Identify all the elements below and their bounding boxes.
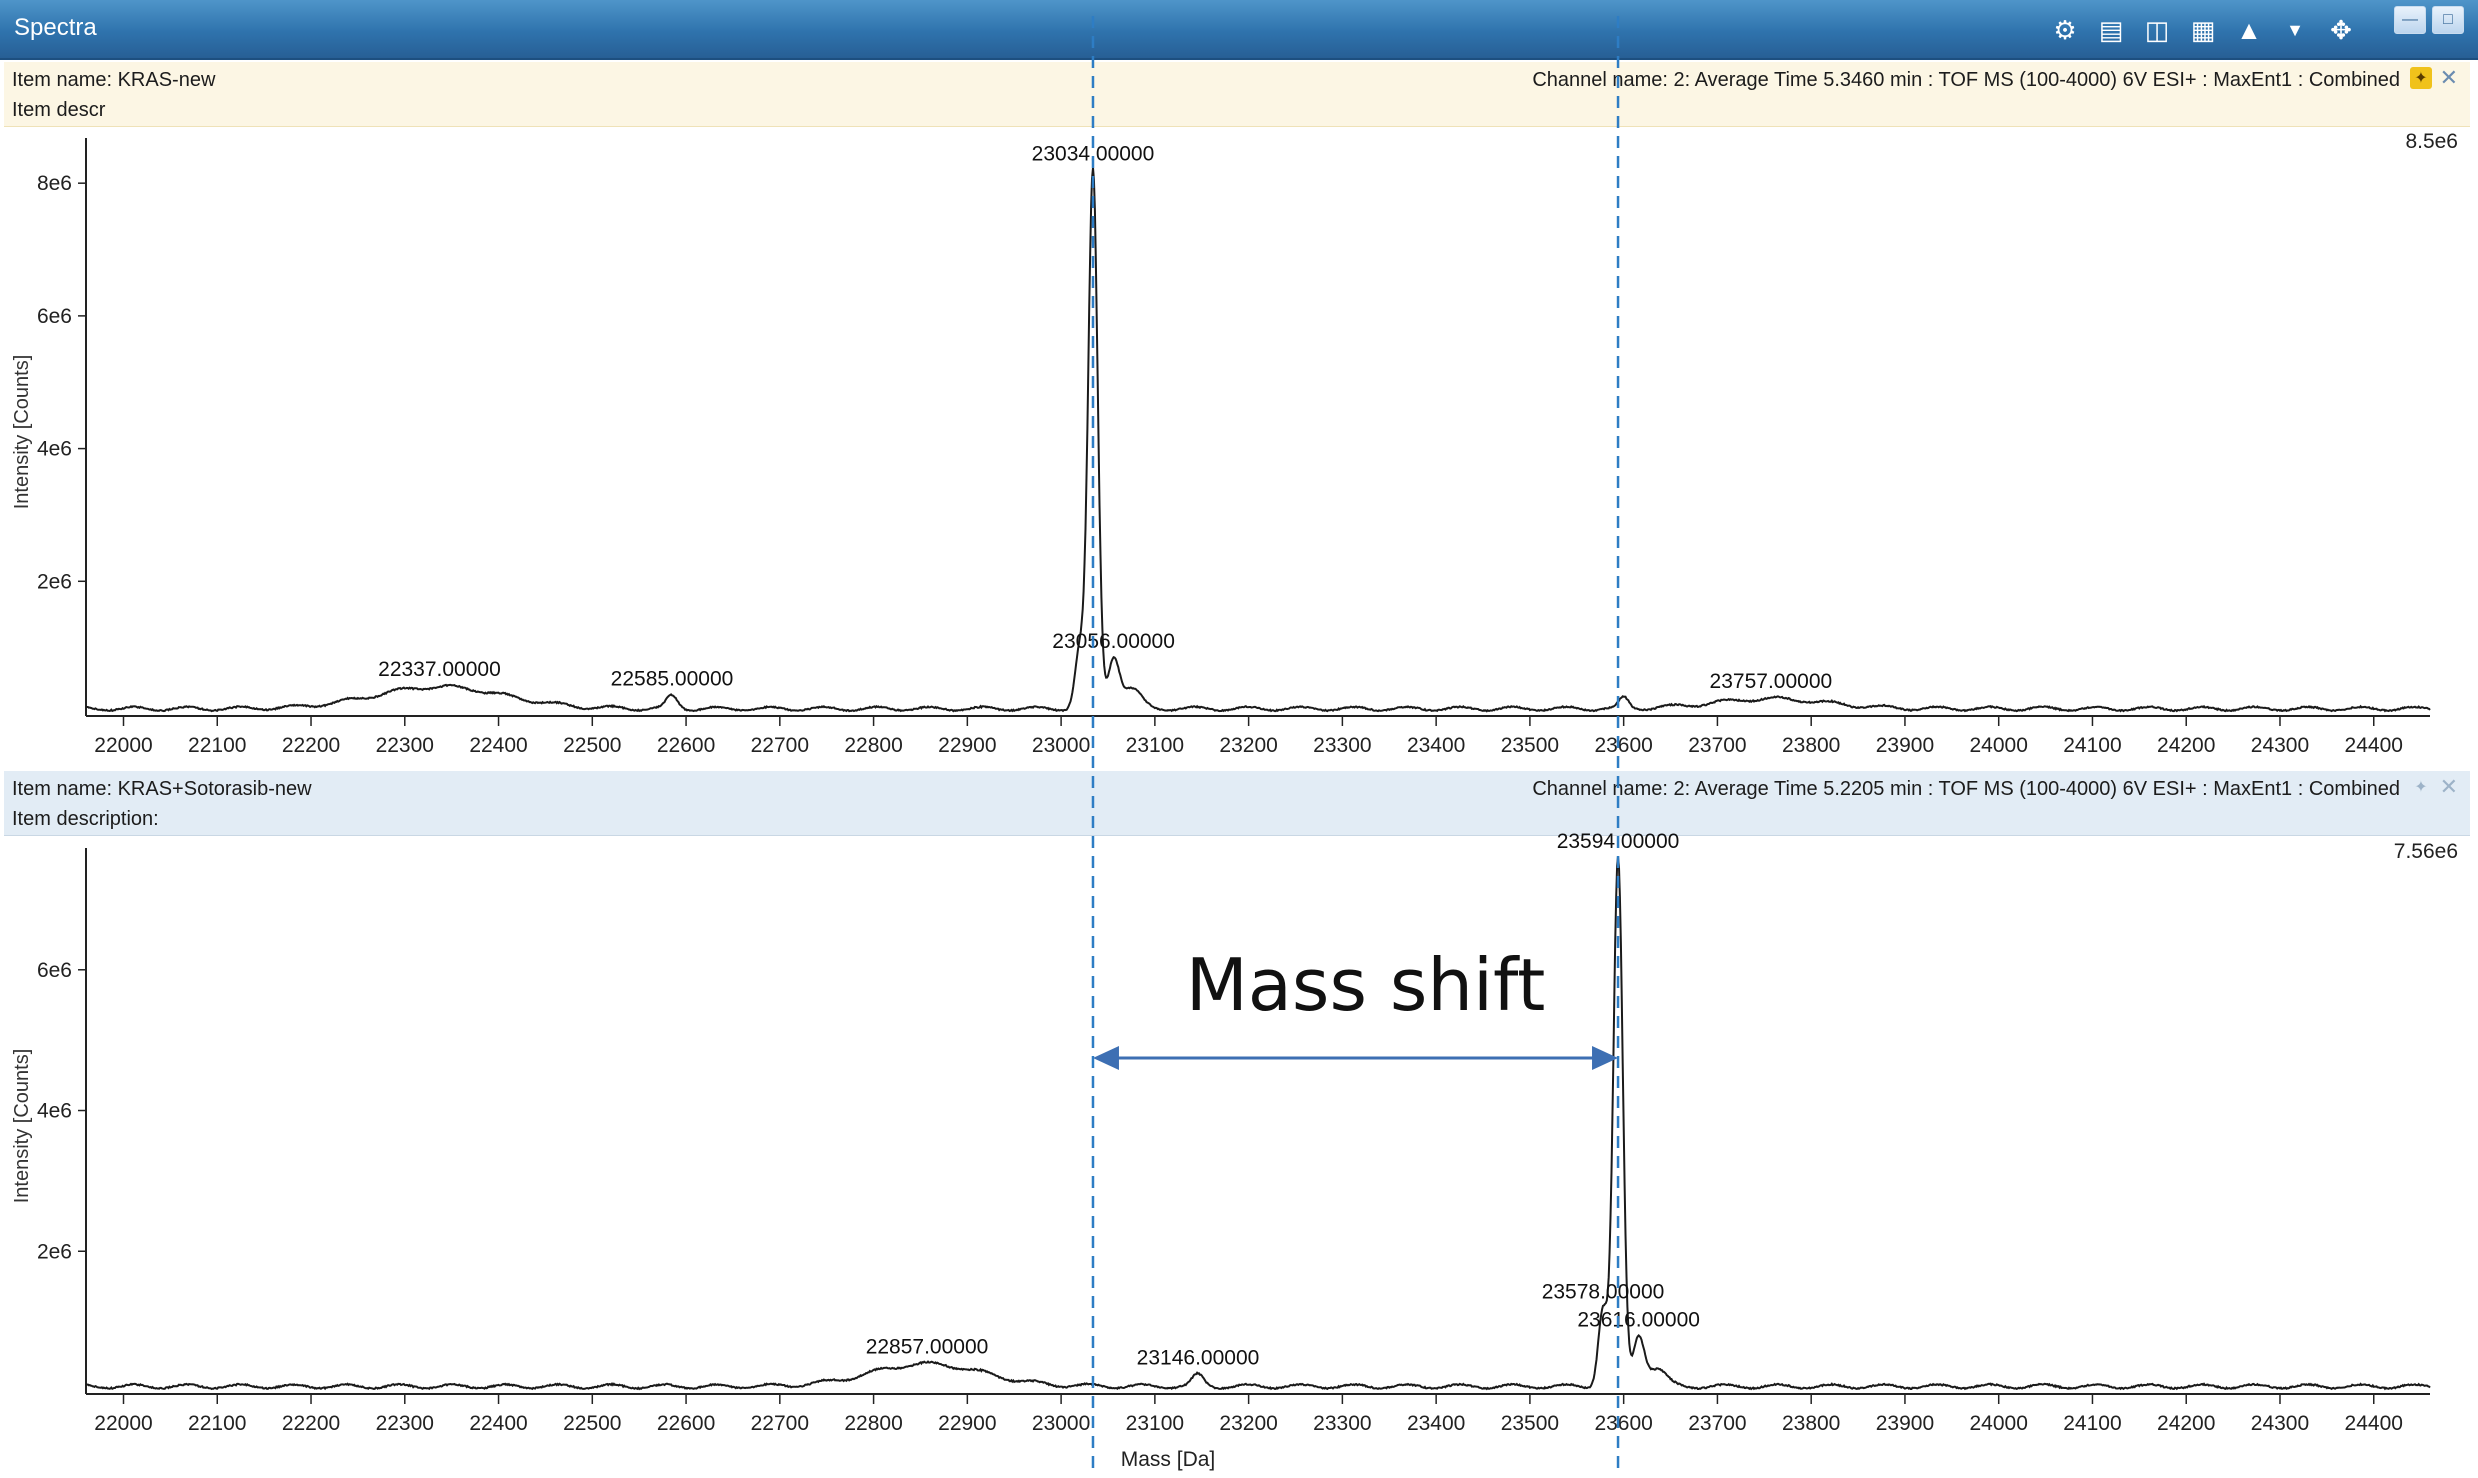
x-tick-label: 22300 [376,734,434,757]
x-tick-label: 23000 [1032,734,1090,757]
x-tick-label: 23100 [1126,1412,1184,1435]
peak-label: 23146.00000 [1137,1347,1260,1370]
spectrum-trace [85,167,2431,713]
y-tick-label: 4e6 [37,438,72,461]
x-tick-label: 22200 [282,1412,340,1435]
x-tick-label: 22700 [751,1412,809,1435]
x-tick-label: 24300 [2251,734,2309,757]
x-tick-label: 22400 [469,734,527,757]
x-tick-label: 22000 [94,1412,152,1435]
max-intensity-label: 7.56e6 [2394,840,2458,863]
y-tick-label: 2e6 [37,1240,72,1263]
x-tick-label: 22800 [844,1412,902,1435]
x-tick-label: 22600 [657,734,715,757]
arrow-head-left [1092,1046,1119,1070]
y-tick-label: 6e6 [37,959,72,982]
y-axis-label: Intensity [Counts] [11,1049,33,1204]
peak-label: 22585.00000 [611,667,734,690]
x-tick-label: 22900 [938,734,996,757]
peak-label: 23616.00000 [1577,1309,1700,1332]
x-tick-label: 24200 [2157,734,2215,757]
x-tick-label: 24000 [1970,1412,2028,1435]
x-tick-label: 23600 [1594,734,1652,757]
y-tick-label: 2e6 [37,570,72,593]
x-tick-label: 22000 [94,734,152,757]
x-tick-label: 23800 [1782,734,1840,757]
y-tick-label: 4e6 [37,1100,72,1123]
x-tick-label: 22100 [188,734,246,757]
top-spectrum-plot: 22000 22100 22200 22300 22400 22500 22600 22700… [11,130,2458,757]
x-tick-label: 23700 [1688,734,1746,757]
y-tick-label: 6e6 [37,305,72,328]
x-tick-label: 23700 [1688,1412,1746,1435]
x-tick-label: 22500 [563,1412,621,1435]
x-tick-label: 22600 [657,1412,715,1435]
x-tick-label: 23500 [1501,1412,1559,1435]
x-tick-label: 23900 [1876,1412,1934,1435]
x-tick-label: 22200 [282,734,340,757]
x-tick-label: 22500 [563,734,621,757]
x-tick-label: 23800 [1782,1412,1840,1435]
x-tick-label: 24400 [2345,734,2403,757]
bottom-spectrum-plot: 22000 22100 22200 22300 22400 22500 22600 22700… [11,830,2458,1471]
spectra-charts: 22000 22100 22200 22300 22400 22500 22600 22700… [11,16,2458,1476]
x-tick-label: 24000 [1970,734,2028,757]
x-tick-label: 23300 [1313,734,1371,757]
x-tick-label: 23400 [1407,1412,1465,1435]
max-intensity-label: 8.5e6 [2405,130,2458,153]
x-tick-label: 23900 [1876,734,1934,757]
peak-label: 22857.00000 [866,1335,989,1358]
x-tick-label: 24100 [2063,734,2121,757]
x-tick-label: 22400 [469,1412,527,1435]
x-tick-label: 22700 [751,734,809,757]
spectrum-trace [85,856,2431,1391]
x-tick-label: 23500 [1501,734,1559,757]
x-tick-label: 24300 [2251,1412,2309,1435]
x-axis-label: Mass [Da] [1121,1448,1216,1471]
spectra-window: Spectra ⚙ ▤ ◫ ▦ ▲ ▼ ✥ — □ Item name: KRA… [0,0,2478,1478]
peak-label: 22337.00000 [378,658,501,681]
y-axis-label: Intensity [Counts] [11,355,33,510]
x-tick-label: 23300 [1313,1412,1371,1435]
x-tick-label: 23600 [1594,1412,1652,1435]
peak-label: 23056.00000 [1052,630,1175,653]
x-tick-label: 23200 [1219,1412,1277,1435]
x-tick-label: 24200 [2157,1412,2215,1435]
x-tick-label: 22100 [188,1412,246,1435]
x-tick-label: 23200 [1219,734,1277,757]
x-tick-label: 24400 [2345,1412,2403,1435]
x-tick-label: 23400 [1407,734,1465,757]
y-tick-label: 8e6 [37,172,72,195]
x-tick-label: 23100 [1126,734,1184,757]
x-tick-label: 24100 [2063,1412,2121,1435]
x-tick-label: 22800 [844,734,902,757]
peak-label: 23757.00000 [1710,670,1833,693]
peak-label: 23578.00000 [1542,1281,1665,1304]
mass-shift-label: Mass shift [1186,943,1546,1027]
x-tick-label: 22300 [376,1412,434,1435]
x-tick-label: 23000 [1032,1412,1090,1435]
x-tick-label: 22900 [938,1412,996,1435]
